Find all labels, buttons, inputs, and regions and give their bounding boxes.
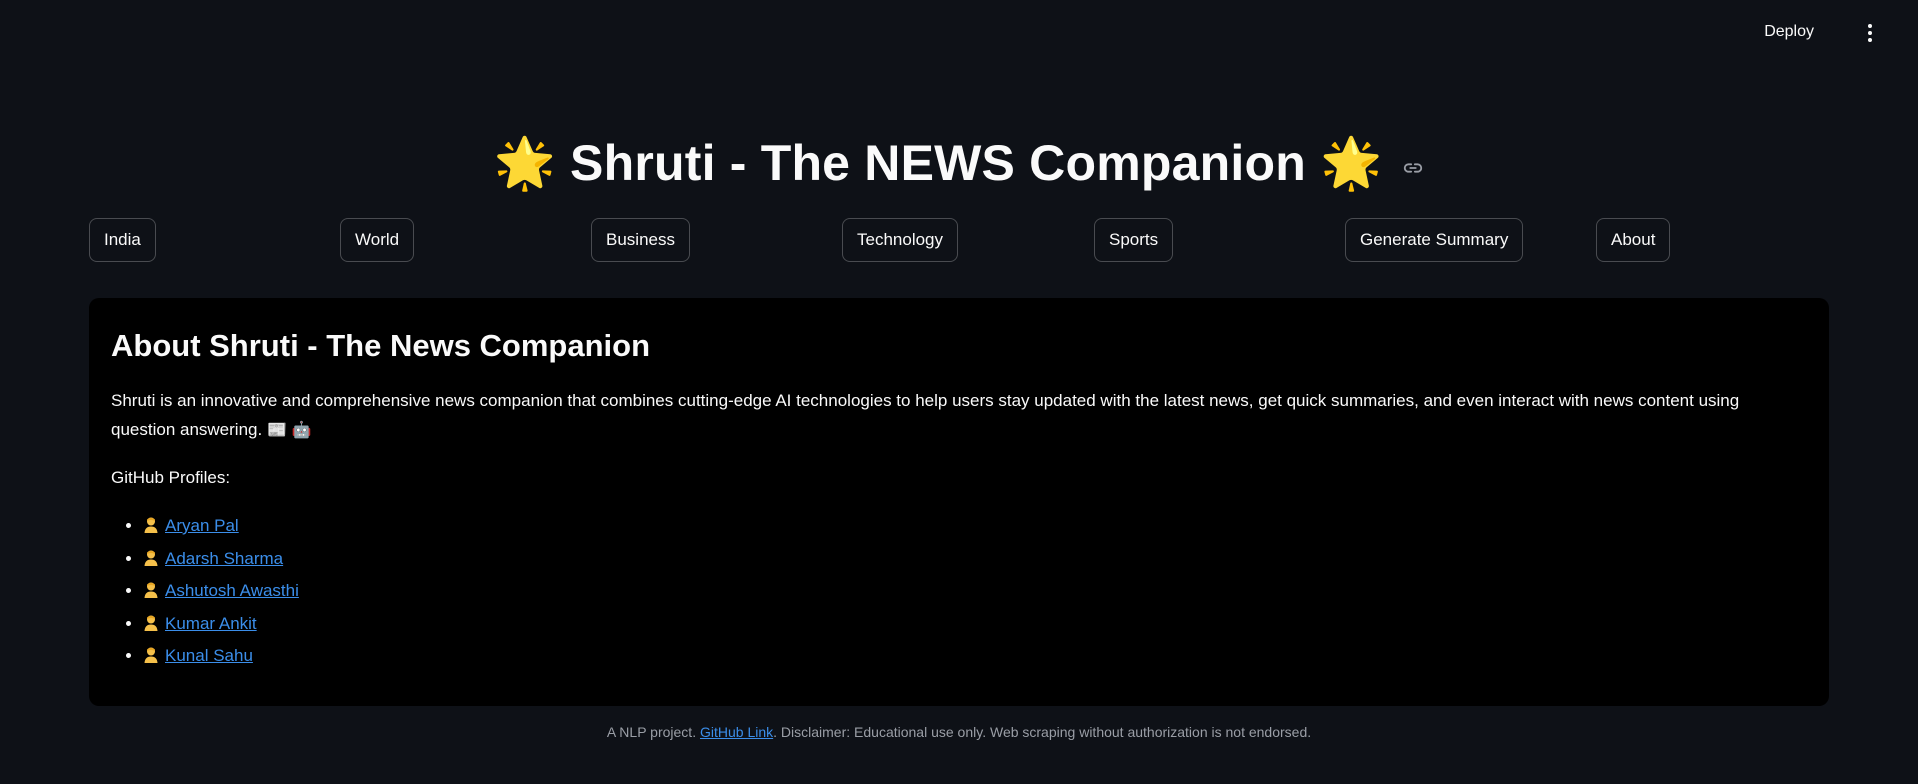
list-item: Kumar Ankit xyxy=(143,608,1807,641)
profile-link-kumar-ankit[interactable]: Kumar Ankit xyxy=(143,614,257,633)
nav-button-technology[interactable]: Technology xyxy=(842,218,959,262)
category-nav: India World Business Technology Sports G… xyxy=(89,218,1829,262)
nav-button-generate-summary[interactable]: Generate Summary xyxy=(1345,218,1524,262)
link-icon[interactable] xyxy=(1402,157,1424,179)
about-description: Shruti is an innovative and comprehensiv… xyxy=(111,386,1807,445)
person-icon xyxy=(144,582,158,598)
footer-disclaimer: . Disclaimer: Educational use only. Web … xyxy=(773,724,1312,740)
page-title: 🌟 Shruti - The NEWS Companion 🌟 xyxy=(0,138,1918,188)
newspaper-icon: 📰 xyxy=(266,422,287,439)
list-item: Adarsh Sharma xyxy=(143,543,1807,576)
list-item: Aryan Pal xyxy=(143,510,1807,543)
list-item: Ashutosh Awasthi xyxy=(143,575,1807,608)
footer-github-link[interactable]: GitHub Link xyxy=(700,724,773,740)
profile-link-kunal-sahu[interactable]: Kunal Sahu xyxy=(143,646,253,665)
person-icon xyxy=(144,550,158,566)
github-profiles-list: Aryan Pal Adarsh Sharma Ashutosh Awasthi… xyxy=(111,510,1807,673)
person-icon xyxy=(144,517,158,533)
profile-link-ashutosh-awasthi[interactable]: Ashutosh Awasthi xyxy=(143,581,299,600)
about-description-text: Shruti is an innovative and comprehensiv… xyxy=(111,391,1740,439)
profile-name: Adarsh Sharma xyxy=(165,548,284,568)
profile-link-aryan-pal[interactable]: Aryan Pal xyxy=(143,516,239,535)
glowing-star-icon: 🌟 xyxy=(493,135,557,191)
nav-button-india[interactable]: India xyxy=(89,218,156,262)
footer-prefix: A NLP project. xyxy=(606,724,697,740)
nav-button-business[interactable]: Business xyxy=(591,218,690,262)
footer: A NLP project. GitHub Link. Disclaimer: … xyxy=(0,724,1918,740)
profile-name: Kumar Ankit xyxy=(165,613,257,633)
about-heading: About Shruti - The News Companion xyxy=(111,328,651,363)
profile-name: Ashutosh Awasthi xyxy=(165,581,299,600)
profile-name: Kunal Sahu xyxy=(165,646,253,665)
top-toolbar: Deploy xyxy=(0,0,1918,64)
nav-button-about[interactable]: About xyxy=(1596,218,1671,262)
list-item: Kunal Sahu xyxy=(143,640,1807,673)
nav-button-world[interactable]: World xyxy=(340,218,415,262)
profile-name: Aryan Pal xyxy=(165,516,239,535)
title-text: Shruti - The NEWS Companion xyxy=(570,135,1306,191)
person-icon xyxy=(144,647,158,663)
profile-link-adarsh-sharma[interactable]: Adarsh Sharma xyxy=(143,549,283,568)
person-icon xyxy=(144,615,158,631)
nav-button-sports[interactable]: Sports xyxy=(1094,218,1174,262)
deploy-button[interactable]: Deploy xyxy=(1756,19,1822,45)
robot-icon: 🤖 xyxy=(291,422,312,439)
github-profiles-label: GitHub Profiles: xyxy=(111,468,231,487)
about-card: About Shruti - The News Companion Shruti… xyxy=(89,298,1829,706)
glowing-star-icon: 🌟 xyxy=(1319,135,1383,191)
vertical-ellipsis-icon[interactable] xyxy=(1858,20,1882,46)
